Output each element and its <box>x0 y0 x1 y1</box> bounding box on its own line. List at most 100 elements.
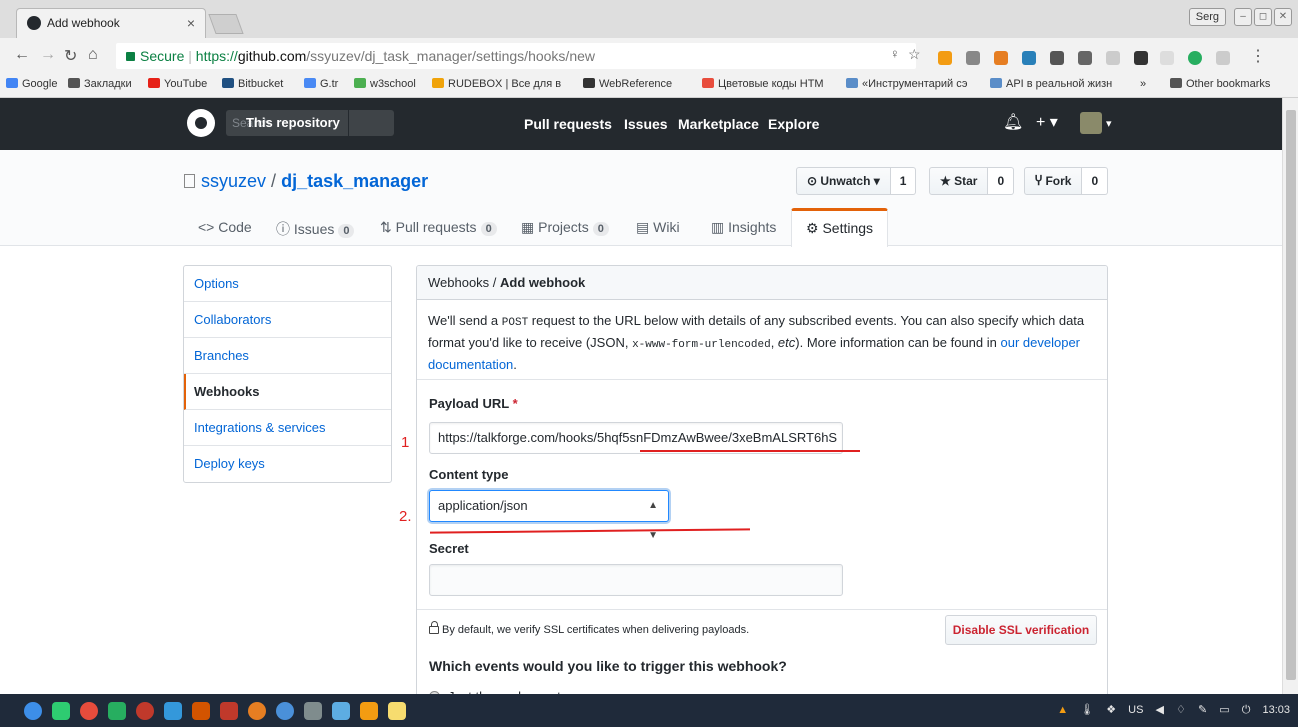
extension-icon[interactable] <box>1134 51 1148 65</box>
extension-icon[interactable] <box>1050 51 1064 65</box>
temperature-icon[interactable]: 🌡︎ <box>1080 704 1094 716</box>
tab-wiki[interactable]: ▤ Wiki <box>636 208 680 247</box>
repo-name-link[interactable]: dj_task_manager <box>281 171 428 191</box>
bookmark-item[interactable]: Закладки <box>68 78 132 90</box>
user-avatar[interactable] <box>1080 112 1102 134</box>
address-bar[interactable]: Secure | https://github.com/ssyuzev/dj_t… <box>116 43 916 69</box>
bookmark-item[interactable]: Google <box>6 78 57 90</box>
avatar-caret-icon[interactable]: ▾ <box>1106 117 1112 130</box>
app-icon[interactable] <box>304 702 322 720</box>
tab-projects[interactable]: ▦ Projects 0 <box>521 208 609 247</box>
browser-tab[interactable]: Add webhook × <box>16 8 206 38</box>
home-icon[interactable]: ⌂ <box>88 46 98 64</box>
nav-issues[interactable]: Issues <box>624 116 668 132</box>
settings-app-icon[interactable] <box>136 702 154 720</box>
bookmark-item[interactable]: «Инструментарий сэ <box>846 78 968 90</box>
app-icon[interactable] <box>332 702 350 720</box>
bookmark-item[interactable]: Цветовые коды HTM <box>702 78 824 90</box>
forward-icon[interactable]: → <box>40 46 56 64</box>
app-icon[interactable] <box>80 702 98 720</box>
scrollbar-thumb[interactable] <box>1286 110 1296 680</box>
text-editor-icon[interactable] <box>388 702 406 720</box>
watchers-count[interactable]: 1 <box>890 167 917 195</box>
app-icon[interactable] <box>192 702 210 720</box>
secret-input[interactable] <box>429 564 843 596</box>
bookmark-item[interactable]: RUDEBOX | Все для в <box>432 78 561 90</box>
extension-icon[interactable] <box>1160 51 1174 65</box>
tab-close-icon[interactable]: × <box>187 15 195 31</box>
file-manager-icon[interactable] <box>164 702 182 720</box>
keyboard-layout[interactable]: US <box>1128 704 1143 716</box>
create-new-menu[interactable]: + ▾ <box>1036 112 1058 132</box>
nav-marketplace[interactable]: Marketplace <box>678 116 759 132</box>
github-logo-icon[interactable] <box>187 109 215 137</box>
stars-count[interactable]: 0 <box>988 167 1015 195</box>
extension-icon[interactable] <box>1188 51 1202 65</box>
tab-code[interactable]: <> Code <box>198 208 252 247</box>
forks-count[interactable]: 0 <box>1082 167 1109 195</box>
page-scrollbar[interactable] <box>1282 98 1298 694</box>
extension-icon[interactable] <box>1106 51 1120 65</box>
back-icon[interactable]: ← <box>14 46 30 64</box>
bookmark-item[interactable]: Bitbucket <box>222 78 283 90</box>
tab-issues[interactable]: ⓘ Issues 0 <box>276 208 355 247</box>
pen-icon[interactable]: ✎ <box>1198 704 1207 716</box>
terminal-icon[interactable] <box>52 702 70 720</box>
nav-explore[interactable]: Explore <box>768 116 819 132</box>
bookmark-item[interactable]: G.tr <box>304 78 338 90</box>
extension-icon[interactable] <box>966 51 980 65</box>
disable-ssl-button[interactable]: Disable SSL verification <box>945 615 1097 645</box>
volume-icon[interactable]: ◀ <box>1155 704 1163 716</box>
profile-button[interactable]: Serg <box>1188 8 1226 26</box>
fork-button[interactable]: Ⴤ Fork <box>1024 167 1083 195</box>
new-tab-button[interactable] <box>208 14 244 34</box>
bookmark-item[interactable]: YouTube <box>148 78 207 90</box>
nav-pull-requests[interactable]: Pull requests <box>524 116 612 132</box>
start-menu-icon[interactable] <box>24 702 42 720</box>
maximize-icon[interactable]: ◻ <box>1254 8 1272 26</box>
bookmark-star-icon[interactable]: ☆ <box>908 46 921 63</box>
bookmark-item[interactable]: API в реальной жизн <box>990 78 1112 90</box>
breadcrumb-webhooks-link[interactable]: Webhooks <box>428 275 489 290</box>
network-icon[interactable]: ♢ <box>1176 704 1186 716</box>
extension-icon[interactable] <box>1022 51 1036 65</box>
power-icon[interactable]: ⏻ <box>1242 704 1251 716</box>
notifications-bell-icon[interactable]: 🔔︎ <box>1003 112 1023 132</box>
other-bookmarks[interactable]: Other bookmarks <box>1170 78 1270 90</box>
bookmark-item[interactable]: WebReference <box>583 78 672 90</box>
minimize-icon[interactable]: – <box>1234 8 1252 26</box>
star-button[interactable]: ★ Star <box>929 167 989 195</box>
dropbox-icon[interactable]: ❖ <box>1106 704 1116 716</box>
menu-kebab-icon[interactable]: ⋮ <box>1250 46 1266 66</box>
menu-item-integrations[interactable]: Integrations & services <box>184 410 391 446</box>
bookmark-item[interactable]: w3school <box>354 78 416 90</box>
vlc-tray-icon[interactable]: ▲ <box>1057 704 1068 716</box>
key-icon[interactable]: ♀ <box>890 46 900 61</box>
unwatch-button[interactable]: ⊙ Unwatch ▾ <box>796 167 891 195</box>
bookmarks-overflow[interactable]: » <box>1140 78 1146 90</box>
close-window-icon[interactable]: ✕ <box>1274 8 1292 26</box>
tab-settings[interactable]: ⚙ Settings <box>791 208 889 247</box>
firefox-icon[interactable] <box>248 702 266 720</box>
chrome-icon[interactable] <box>276 702 294 720</box>
menu-item-options[interactable]: Options <box>184 266 391 302</box>
music-app-icon[interactable] <box>108 702 126 720</box>
reload-icon[interactable]: ↻ <box>64 46 77 66</box>
content-type-select[interactable]: application/json ▲ ▼ <box>429 490 669 541</box>
tab-pull-requests[interactable]: ⇅ Pull requests 0 <box>380 208 497 247</box>
vlc-icon[interactable] <box>360 702 378 720</box>
clock[interactable]: 13:03 <box>1262 704 1290 716</box>
extension-icon[interactable] <box>1078 51 1092 65</box>
menu-item-branches[interactable]: Branches <box>184 338 391 374</box>
menu-item-collaborators[interactable]: Collaborators <box>184 302 391 338</box>
menu-item-deploy-keys[interactable]: Deploy keys <box>184 446 391 482</box>
tab-insights[interactable]: ▥ Insights <box>711 208 776 247</box>
app-icon[interactable] <box>220 702 238 720</box>
repo-owner-link[interactable]: ssyuzev <box>201 171 266 191</box>
menu-item-webhooks[interactable]: Webhooks <box>184 374 391 410</box>
extension-icon[interactable] <box>994 51 1008 65</box>
search-box[interactable]: This repository Search <box>226 110 394 136</box>
display-icon[interactable]: ▭ <box>1219 704 1229 716</box>
extension-icon[interactable] <box>938 51 952 65</box>
extension-icon[interactable] <box>1216 51 1230 65</box>
